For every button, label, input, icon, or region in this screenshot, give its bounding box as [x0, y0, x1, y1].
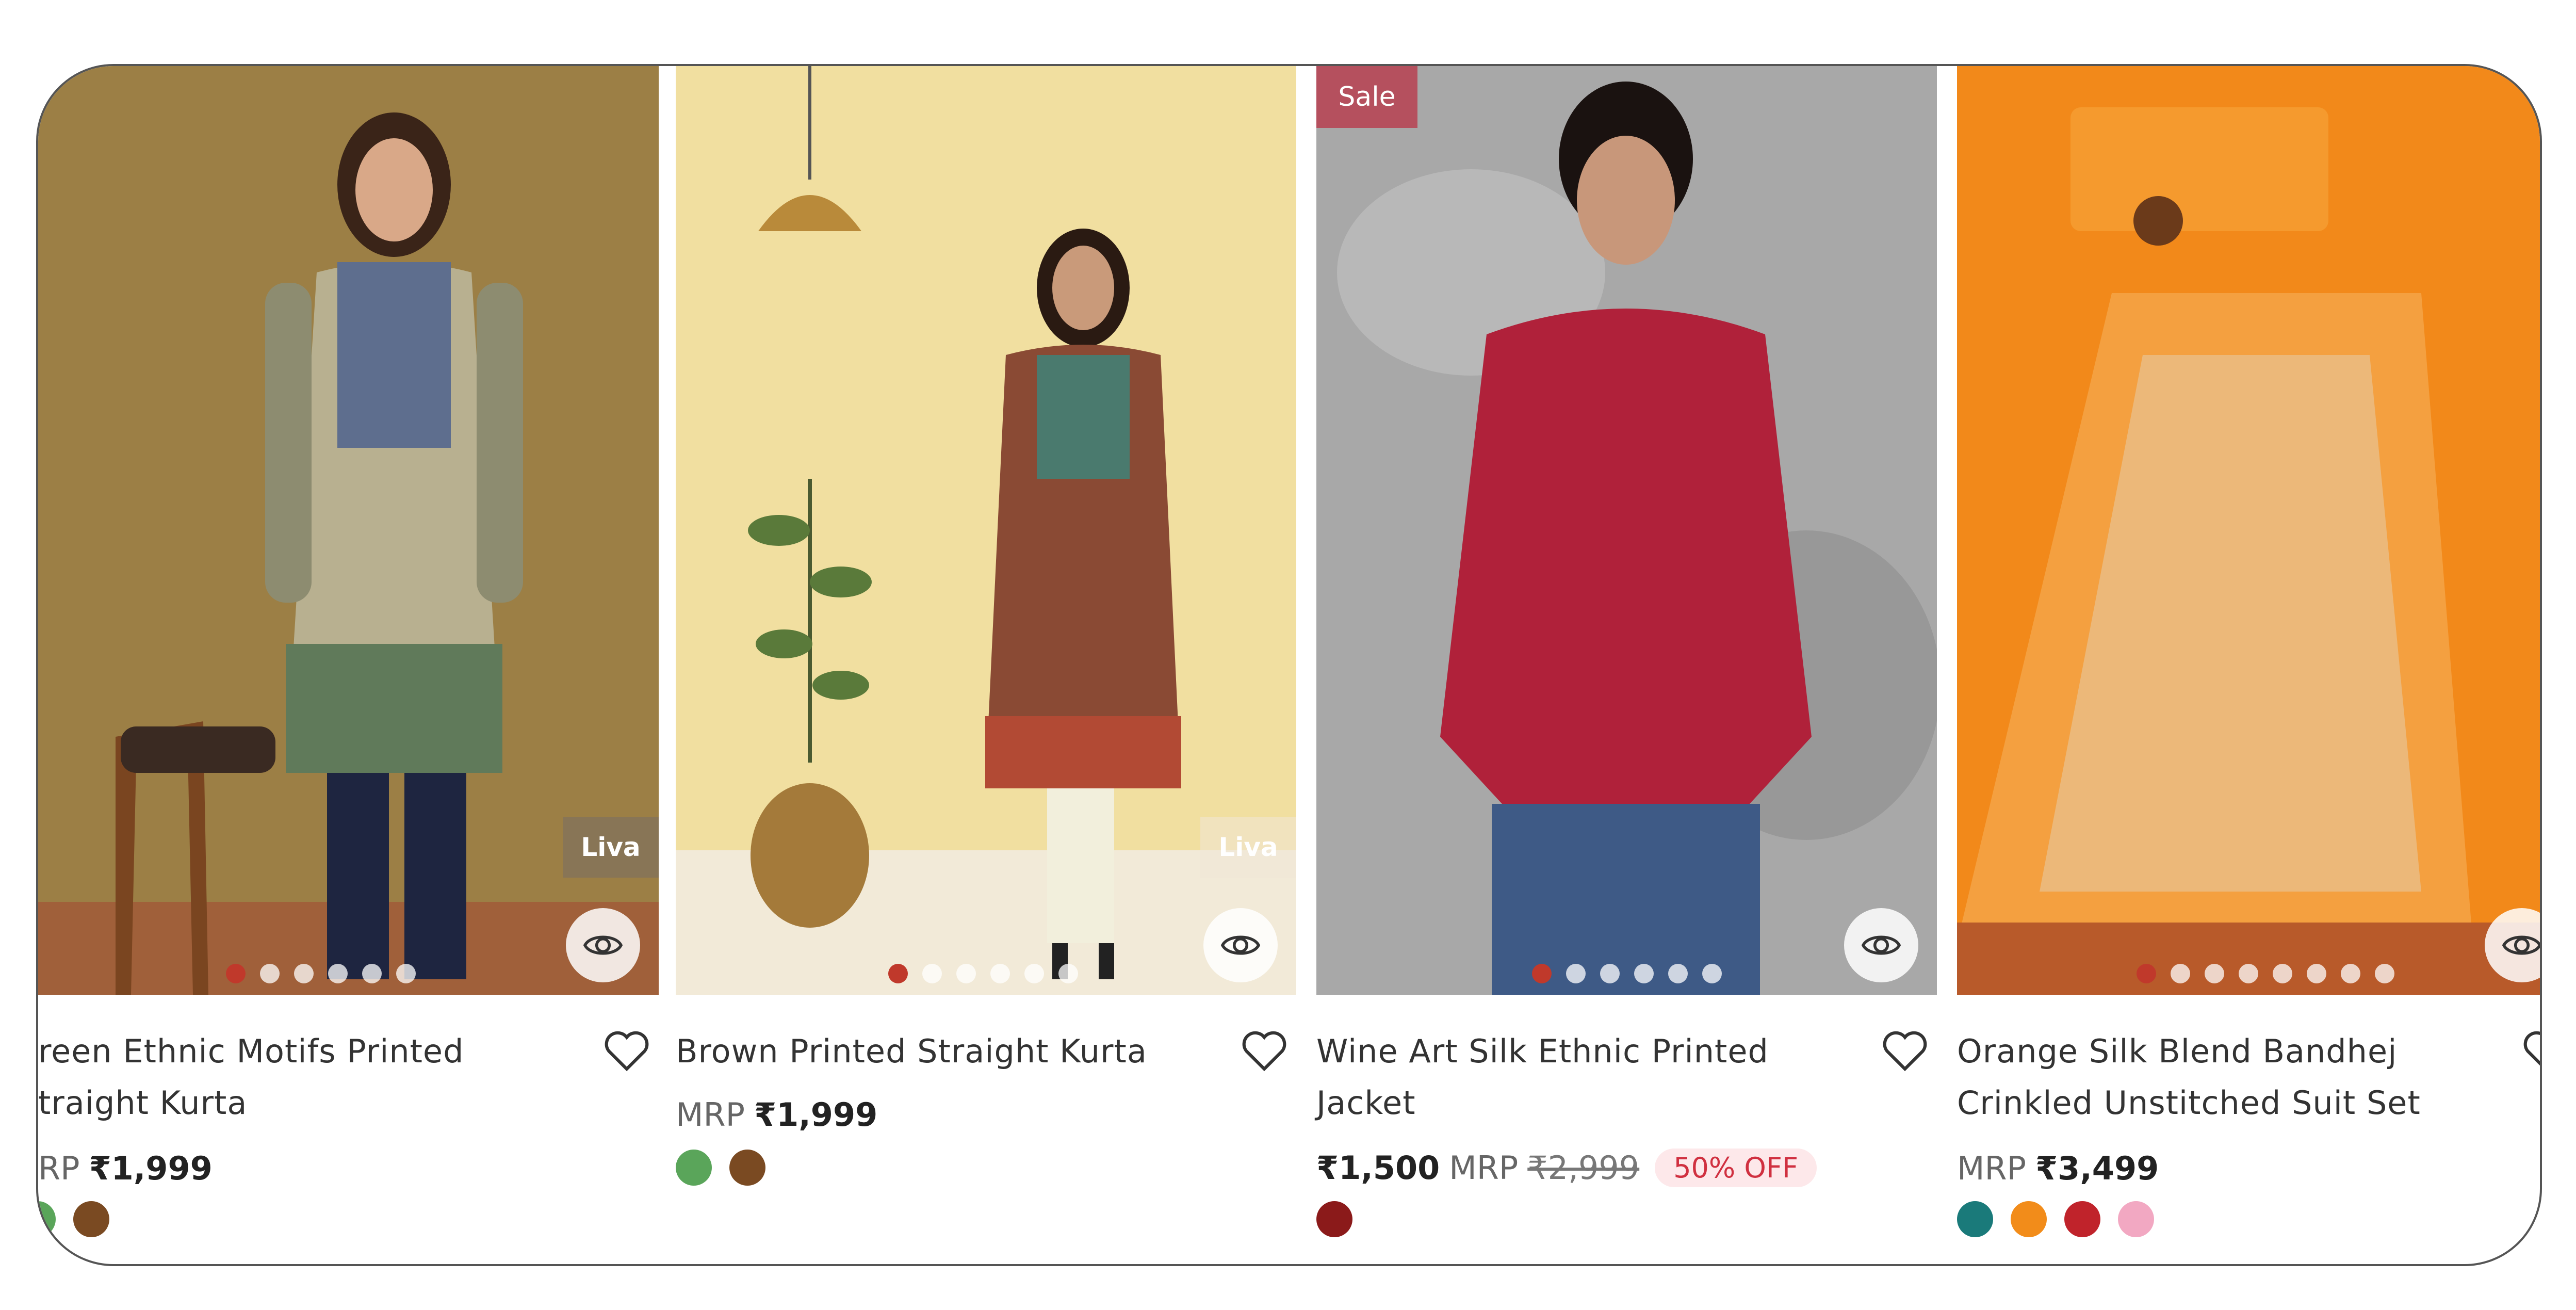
- product-card[interactable]: Orange Silk Blend Bandhej Crinkled Unsti…: [1957, 66, 2540, 1264]
- price-row: ₹1,500 MRP ₹2,999 50% OFF: [1316, 1149, 1817, 1187]
- carousel-dot[interactable]: [888, 964, 908, 983]
- carousel-dot[interactable]: [922, 964, 942, 983]
- carousel-dot[interactable]: [1058, 964, 1078, 983]
- heart-outline-icon: [605, 1031, 649, 1072]
- price-row: RP ₹1,999: [38, 1150, 213, 1187]
- product-title-line: Brown Printed Straight Kurta: [676, 1032, 1147, 1070]
- carousel-dot[interactable]: [2171, 964, 2190, 983]
- quick-view-button[interactable]: [1203, 908, 1278, 982]
- original-price: ₹2,999: [1527, 1149, 1640, 1187]
- wishlist-button[interactable]: [1238, 1027, 1290, 1073]
- carousel-dot[interactable]: [1668, 964, 1688, 983]
- product-image[interactable]: Liva: [676, 66, 1296, 995]
- product-image[interactable]: [1957, 66, 2540, 995]
- sale-price: ₹1,500: [1316, 1149, 1440, 1187]
- quick-view-button[interactable]: [1844, 908, 1918, 982]
- quick-view-button[interactable]: [566, 908, 640, 982]
- heart-outline-icon: [2523, 1031, 2540, 1066]
- wishlist-button[interactable]: [1879, 1027, 1931, 1073]
- carousel-dot[interactable]: [2137, 964, 2156, 983]
- product-title[interactable]: Wine Art Silk Ethnic Printed Jacket: [1316, 1026, 1832, 1129]
- eye-icon: [2502, 935, 2540, 955]
- color-swatches: [38, 1201, 109, 1237]
- color-swatches: [676, 1150, 765, 1186]
- price-row: MRP ₹1,999: [676, 1096, 877, 1134]
- wishlist-button[interactable]: [2520, 1027, 2540, 1073]
- carousel-dot[interactable]: [1702, 964, 1722, 983]
- product-image[interactable]: Liva: [38, 66, 659, 995]
- eye-icon: [583, 935, 623, 955]
- carousel-dot[interactable]: [1566, 964, 1586, 983]
- mrp-label: MRP: [1449, 1149, 1519, 1187]
- carousel-dot[interactable]: [2375, 964, 2394, 983]
- price: ₹3,499: [2035, 1150, 2159, 1187]
- wishlist-button[interactable]: [601, 1027, 653, 1073]
- product-title[interactable]: Brown Printed Straight Kurta: [676, 1026, 1192, 1077]
- color-swatch[interactable]: [676, 1150, 712, 1186]
- color-swatches: [1316, 1201, 1352, 1237]
- product-card[interactable]: Liva Brown Printed Straight Kurta MRP ₹1…: [676, 66, 1296, 1264]
- carousel-dot[interactable]: [2307, 964, 2326, 983]
- carousel-dot[interactable]: [990, 964, 1010, 983]
- carousel-dot[interactable]: [226, 964, 246, 983]
- color-swatch[interactable]: [1957, 1201, 1993, 1237]
- product-title-line: Wine Art Silk Ethnic Printed: [1316, 1032, 1769, 1070]
- eye-icon: [1861, 935, 1901, 955]
- brand-tag: Liva: [563, 817, 659, 878]
- eye-icon: [1220, 935, 1261, 955]
- product-title-line: Jacket: [1316, 1084, 1416, 1122]
- product-grid: Liva reen Ethnic Motifs Printed traight …: [36, 64, 2542, 1266]
- mrp-label: MRP: [676, 1096, 745, 1134]
- product-title-line: traight Kurta: [38, 1084, 248, 1122]
- carousel-dot[interactable]: [1600, 964, 1620, 983]
- color-swatch[interactable]: [729, 1150, 765, 1186]
- carousel-dot[interactable]: [2239, 964, 2258, 983]
- product-title-line: Crinkled Unstitched Suit Set: [1957, 1084, 2421, 1122]
- carousel-dots: [888, 964, 1078, 983]
- heart-outline-icon: [1883, 1031, 1927, 1072]
- carousel-dot[interactable]: [1634, 964, 1654, 983]
- product-image[interactable]: Sale: [1316, 66, 1937, 995]
- carousel-dot[interactable]: [328, 964, 348, 983]
- carousel-dot[interactable]: [2341, 964, 2360, 983]
- carousel-dots: [226, 964, 416, 983]
- product-card[interactable]: Liva reen Ethnic Motifs Printed traight …: [38, 66, 659, 1264]
- carousel-dots: [2137, 964, 2394, 983]
- carousel-dot[interactable]: [2273, 964, 2292, 983]
- sale-badge: Sale: [1316, 66, 1417, 128]
- price-row: MRP ₹3,499: [1957, 1150, 2159, 1187]
- carousel-dot[interactable]: [2205, 964, 2224, 983]
- carousel-dot[interactable]: [956, 964, 976, 983]
- color-swatch[interactable]: [1316, 1201, 1352, 1237]
- carousel-dots: [1532, 964, 1722, 983]
- price: ₹1,999: [89, 1150, 213, 1187]
- color-swatch[interactable]: [2118, 1201, 2154, 1237]
- color-swatch[interactable]: [2064, 1201, 2100, 1237]
- carousel-dot[interactable]: [1532, 964, 1552, 983]
- carousel-dot[interactable]: [396, 964, 416, 983]
- carousel-dot[interactable]: [294, 964, 314, 983]
- carousel-dot[interactable]: [260, 964, 280, 983]
- color-swatches: [1957, 1201, 2154, 1237]
- product-card[interactable]: Sale Wine Art Silk Ethnic Printed Jacket…: [1316, 66, 1937, 1264]
- product-title[interactable]: Orange Silk Blend Bandhej Crinkled Unsti…: [1957, 1026, 2473, 1129]
- color-swatch[interactable]: [2011, 1201, 2047, 1237]
- brand-tag: Liva: [1200, 817, 1296, 878]
- mrp-label: RP: [38, 1150, 80, 1187]
- mrp-label: MRP: [1957, 1150, 2026, 1187]
- color-swatch[interactable]: [73, 1201, 109, 1237]
- carousel-dot[interactable]: [362, 964, 382, 983]
- product-title[interactable]: reen Ethnic Motifs Printed traight Kurta: [38, 1026, 554, 1129]
- product-title-line: Orange Silk Blend Bandhej: [1957, 1032, 2398, 1070]
- color-swatch[interactable]: [38, 1201, 56, 1237]
- carousel-dot[interactable]: [1024, 964, 1044, 983]
- product-title-line: reen Ethnic Motifs Printed: [38, 1032, 464, 1070]
- price: ₹1,999: [754, 1096, 878, 1134]
- heart-outline-icon: [1242, 1031, 1286, 1072]
- discount-badge: 50% OFF: [1655, 1149, 1817, 1187]
